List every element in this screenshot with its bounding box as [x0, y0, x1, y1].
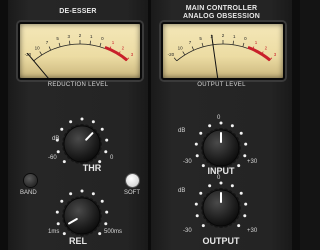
svg-text:7: 7: [46, 40, 49, 45]
svg-text:10: 10: [35, 45, 41, 50]
svg-text:10: 10: [178, 45, 184, 50]
soft-button[interactable]: [126, 174, 139, 187]
soft-label: SOFT: [124, 190, 140, 196]
svg-text:5: 5: [56, 36, 59, 41]
analog-obsession-title: ANALOG OBSESSION: [182, 13, 261, 20]
main-controller-title: MAIN CONTROLLER: [185, 5, 258, 12]
input-max-label: +30: [247, 159, 258, 165]
svg-text:1: 1: [90, 34, 93, 39]
right-rail: [292, 0, 300, 250]
main-controller-panel: MAIN CONTROLLER ANALOG OBSESSION -20 10 7 5…: [151, 0, 292, 250]
output-unit-label: dB: [178, 188, 186, 194]
de-esser-title: DE-ESSER: [59, 8, 97, 15]
thr-max-label: 0: [110, 155, 114, 161]
reduction-vu-meter: -2010753210123: [18, 22, 142, 80]
rel-max-label: 500ms: [104, 229, 123, 235]
reduction-level-caption: REDUCTION LEVEL: [47, 82, 109, 88]
svg-text:2: 2: [222, 33, 225, 38]
svg-text:1: 1: [255, 40, 258, 45]
output-top-label: 0: [217, 175, 221, 181]
svg-text:0: 0: [244, 36, 247, 41]
svg-text:3: 3: [67, 34, 70, 39]
svg-text:5: 5: [199, 36, 202, 41]
svg-text:3: 3: [274, 52, 277, 57]
thr-label: THR: [82, 163, 102, 173]
output-label: OUTPUT: [202, 236, 240, 246]
svg-text:2: 2: [79, 33, 82, 38]
svg-text:2: 2: [265, 45, 268, 50]
band-button[interactable]: [24, 174, 37, 187]
band-label: BAND: [20, 190, 37, 196]
input-top-label: 0: [217, 115, 221, 121]
rel-min-label: 1ms: [48, 229, 60, 235]
svg-text:1: 1: [233, 34, 236, 39]
thr-unit-label: dB: [52, 136, 60, 142]
input-unit-label: dB: [178, 128, 186, 134]
output-max-label: +30: [247, 228, 258, 234]
input-min-label: -30: [183, 159, 192, 165]
output-level-caption: OUTPUT LEVEL: [197, 82, 246, 88]
rel-label: REL: [69, 236, 87, 246]
input-label: INPUT: [207, 166, 235, 176]
de-esser-panel: DE-ESSER -2010753210123 REDUCTION LEVEL …: [8, 0, 148, 250]
svg-text:3: 3: [131, 52, 134, 57]
output-min-label: -30: [183, 228, 192, 234]
output-vu-meter: -2010753210123: [161, 22, 285, 80]
svg-text:1: 1: [112, 40, 115, 45]
left-rail: [0, 0, 8, 250]
svg-text:0: 0: [101, 36, 104, 41]
output-knob[interactable]: [193, 180, 249, 236]
svg-text:-20: -20: [168, 52, 175, 57]
thr-min-label: -60: [48, 155, 57, 161]
svg-text:7: 7: [189, 40, 192, 45]
svg-text:2: 2: [122, 45, 125, 50]
